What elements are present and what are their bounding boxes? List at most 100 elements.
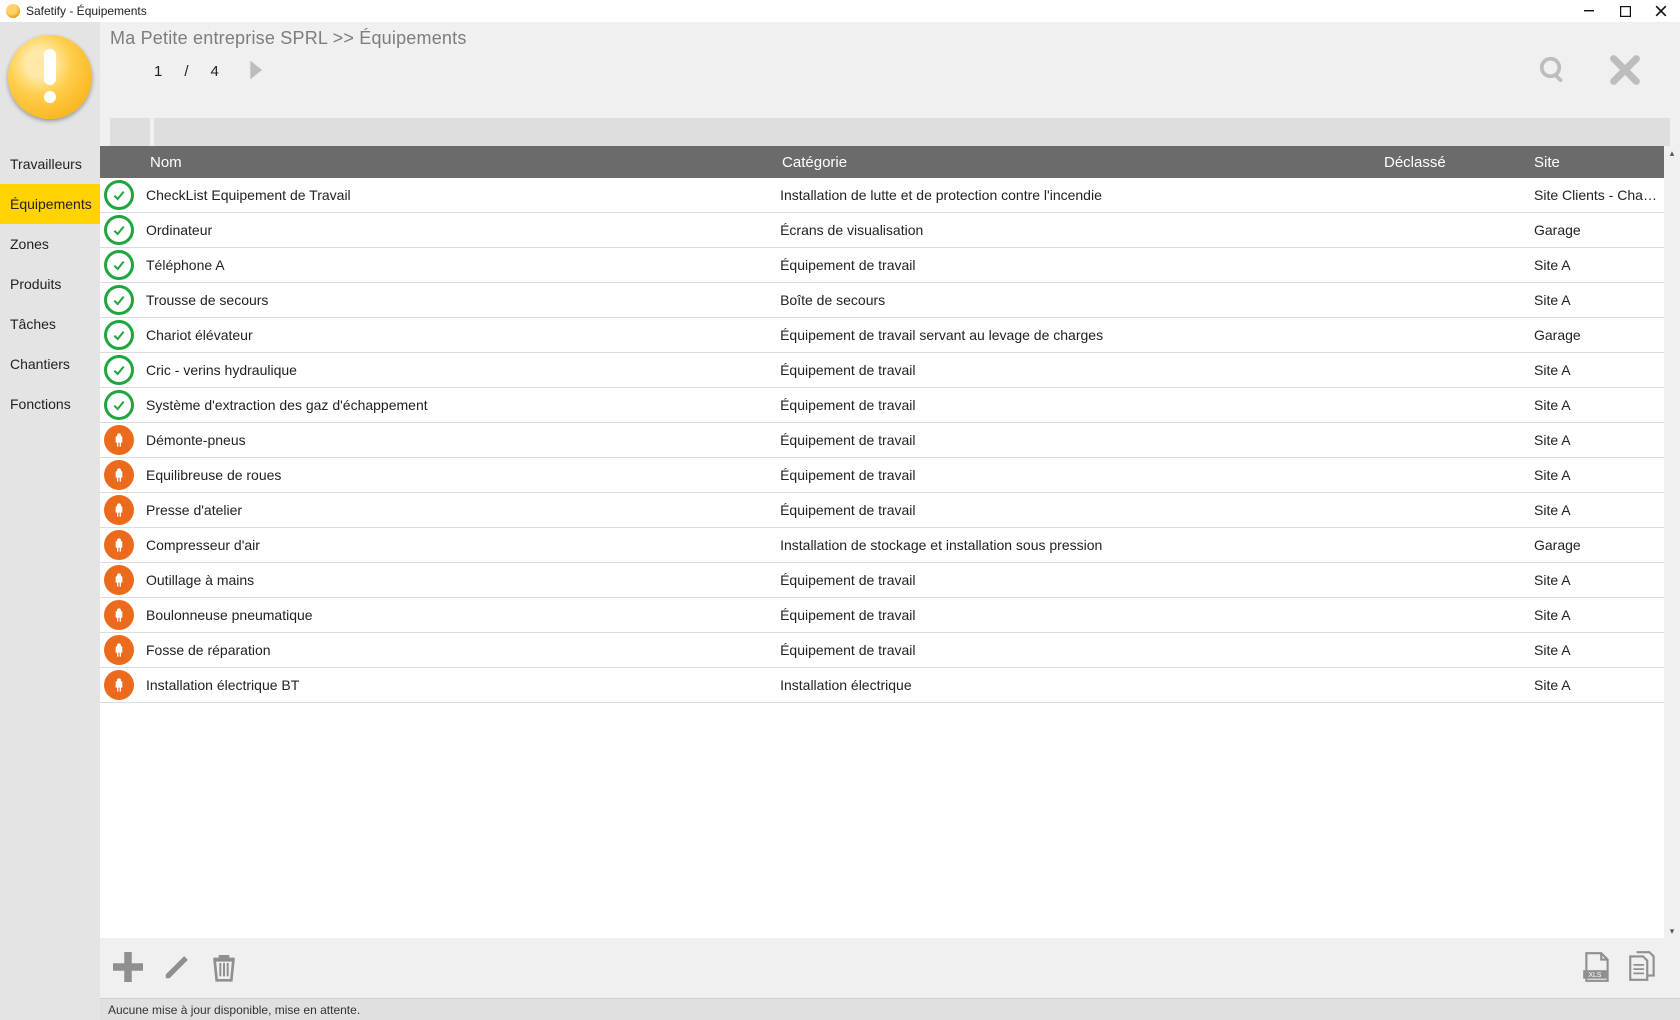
bottom-toolbar: XLS bbox=[100, 938, 1680, 998]
column-header-name[interactable]: Nom bbox=[142, 154, 782, 171]
sidebar-item-1[interactable]: Équipements bbox=[0, 184, 100, 224]
status-ok-icon bbox=[104, 180, 134, 210]
app-logo-icon bbox=[8, 35, 92, 119]
cell-site: Garage bbox=[1534, 537, 1664, 553]
cell-site: Site A bbox=[1534, 607, 1664, 623]
pager-separator: / bbox=[184, 63, 188, 80]
cell-category: Équipement de travail bbox=[780, 502, 1384, 518]
window-title: Safetify - Équipements bbox=[26, 4, 147, 18]
app-icon bbox=[6, 4, 20, 18]
filter-bar bbox=[110, 118, 1670, 146]
sidebar-item-3[interactable]: Produits bbox=[0, 264, 100, 304]
status-warn-icon bbox=[104, 460, 134, 490]
cell-category: Installation de lutte et de protection c… bbox=[780, 187, 1384, 203]
cell-category: Équipement de travail bbox=[780, 467, 1384, 483]
scroll-up-icon[interactable]: ▴ bbox=[1670, 146, 1675, 160]
edit-button[interactable] bbox=[162, 952, 192, 985]
table-row[interactable]: Outillage à mainsÉquipement de travailSi… bbox=[100, 563, 1664, 598]
cell-name: Compresseur d'air bbox=[142, 537, 780, 553]
breadcrumb: Ma Petite entreprise SPRL >> Équipements bbox=[110, 28, 1670, 49]
table-row[interactable]: Boulonneuse pneumatiqueÉquipement de tra… bbox=[100, 598, 1664, 633]
cell-site: Site A bbox=[1534, 642, 1664, 658]
pager-total: 4 bbox=[211, 63, 219, 80]
cell-category: Boîte de secours bbox=[780, 292, 1384, 308]
cell-category: Écrans de visualisation bbox=[780, 222, 1384, 238]
clear-button[interactable] bbox=[1608, 53, 1642, 90]
status-ok-icon bbox=[104, 250, 134, 280]
table-row[interactable]: Equilibreuse de rouesÉquipement de trava… bbox=[100, 458, 1664, 493]
svg-text:XLS: XLS bbox=[1588, 972, 1601, 979]
cell-name: Fosse de réparation bbox=[142, 642, 780, 658]
table-row[interactable]: Système d'extraction des gaz d'échappeme… bbox=[100, 388, 1664, 423]
table-row[interactable]: CheckList Equipement de TravailInstallat… bbox=[100, 178, 1664, 213]
table-row[interactable]: Fosse de réparationÉquipement de travail… bbox=[100, 633, 1664, 668]
cell-name: Presse d'atelier bbox=[142, 502, 780, 518]
status-ok-icon bbox=[104, 355, 134, 385]
status-text: Aucune mise à jour disponible, mise en a… bbox=[108, 1003, 360, 1017]
table-row[interactable]: Chariot élévateurÉquipement de travail s… bbox=[100, 318, 1664, 353]
cell-name: Installation électrique BT bbox=[142, 677, 780, 693]
column-header-site[interactable]: Site bbox=[1534, 154, 1664, 171]
status-warn-icon bbox=[104, 600, 134, 630]
cell-site: Site A bbox=[1534, 467, 1664, 483]
table-row[interactable]: Trousse de secoursBoîte de secoursSite A bbox=[100, 283, 1664, 318]
duplicate-button[interactable] bbox=[1626, 950, 1660, 987]
status-warn-icon bbox=[104, 565, 134, 595]
column-header-category[interactable]: Catégorie bbox=[782, 154, 1384, 171]
sidebar-item-label: Produits bbox=[10, 276, 61, 292]
sidebar-item-2[interactable]: Zones bbox=[0, 224, 100, 264]
status-warn-icon bbox=[104, 635, 134, 665]
table-row[interactable]: Démonte-pneusÉquipement de travailSite A bbox=[100, 423, 1664, 458]
add-button[interactable] bbox=[110, 949, 146, 988]
cell-site: Site A bbox=[1534, 397, 1664, 413]
pager-next-button[interactable] bbox=[241, 56, 269, 87]
table-row[interactable]: Cric - verins hydrauliqueÉquipement de t… bbox=[100, 353, 1664, 388]
cell-category: Équipement de travail servant au levage … bbox=[780, 327, 1384, 343]
table-row[interactable]: OrdinateurÉcrans de visualisation Garage bbox=[100, 213, 1664, 248]
export-xls-button[interactable]: XLS bbox=[1580, 950, 1614, 987]
sidebar-item-0[interactable]: Travailleurs bbox=[0, 144, 100, 184]
column-header-declassified[interactable]: Déclassé bbox=[1384, 154, 1534, 171]
cell-category: Équipement de travail bbox=[780, 572, 1384, 588]
sidebar-item-label: Équipements bbox=[10, 196, 92, 212]
titlebar: Safetify - Équipements bbox=[0, 0, 1680, 22]
cell-site: Site A bbox=[1534, 362, 1664, 378]
cell-site: Garage bbox=[1534, 327, 1664, 343]
cell-name: Système d'extraction des gaz d'échappeme… bbox=[142, 397, 780, 413]
sidebar-item-5[interactable]: Chantiers bbox=[0, 344, 100, 384]
cell-site: Garage bbox=[1534, 222, 1664, 238]
search-button[interactable] bbox=[1538, 55, 1568, 88]
cell-site: Site A bbox=[1534, 677, 1664, 693]
table-row[interactable]: Presse d'atelierÉquipement de travailSit… bbox=[100, 493, 1664, 528]
sidebar-item-label: Chantiers bbox=[10, 356, 70, 372]
maximize-button[interactable] bbox=[1614, 2, 1636, 20]
cell-name: Cric - verins hydraulique bbox=[142, 362, 780, 378]
pager-current: 1 bbox=[154, 63, 162, 80]
sidebar-item-4[interactable]: Tâches bbox=[0, 304, 100, 344]
status-warn-icon bbox=[104, 670, 134, 700]
cell-category: Équipement de travail bbox=[780, 257, 1384, 273]
cell-name: Boulonneuse pneumatique bbox=[142, 607, 780, 623]
cell-name: Chariot élévateur bbox=[142, 327, 780, 343]
delete-button[interactable] bbox=[208, 951, 240, 986]
equipment-table: Nom Catégorie Déclassé Site CheckList Eq… bbox=[100, 146, 1664, 938]
table-row[interactable]: Compresseur d'airInstallation de stockag… bbox=[100, 528, 1664, 563]
cell-name: Trousse de secours bbox=[142, 292, 780, 308]
scroll-down-icon[interactable]: ▾ bbox=[1670, 924, 1675, 938]
cell-name: Ordinateur bbox=[142, 222, 780, 238]
cell-site: Site A bbox=[1534, 432, 1664, 448]
cell-category: Équipement de travail bbox=[780, 362, 1384, 378]
cell-category: Équipement de travail bbox=[780, 607, 1384, 623]
minimize-button[interactable] bbox=[1578, 2, 1600, 20]
close-button[interactable] bbox=[1650, 2, 1672, 20]
status-ok-icon bbox=[104, 390, 134, 420]
statusbar: Aucune mise à jour disponible, mise en a… bbox=[100, 998, 1680, 1020]
vertical-scrollbar[interactable]: ▴ ▾ bbox=[1664, 146, 1680, 938]
table-row[interactable]: Téléphone AÉquipement de travailSite A bbox=[100, 248, 1664, 283]
table-row[interactable]: Installation électrique BTInstallation é… bbox=[100, 668, 1664, 703]
sidebar-item-6[interactable]: Fonctions bbox=[0, 384, 100, 424]
sidebar-item-label: Travailleurs bbox=[10, 156, 82, 172]
status-warn-icon bbox=[104, 425, 134, 455]
status-ok-icon bbox=[104, 215, 134, 245]
cell-name: Equilibreuse de roues bbox=[142, 467, 780, 483]
